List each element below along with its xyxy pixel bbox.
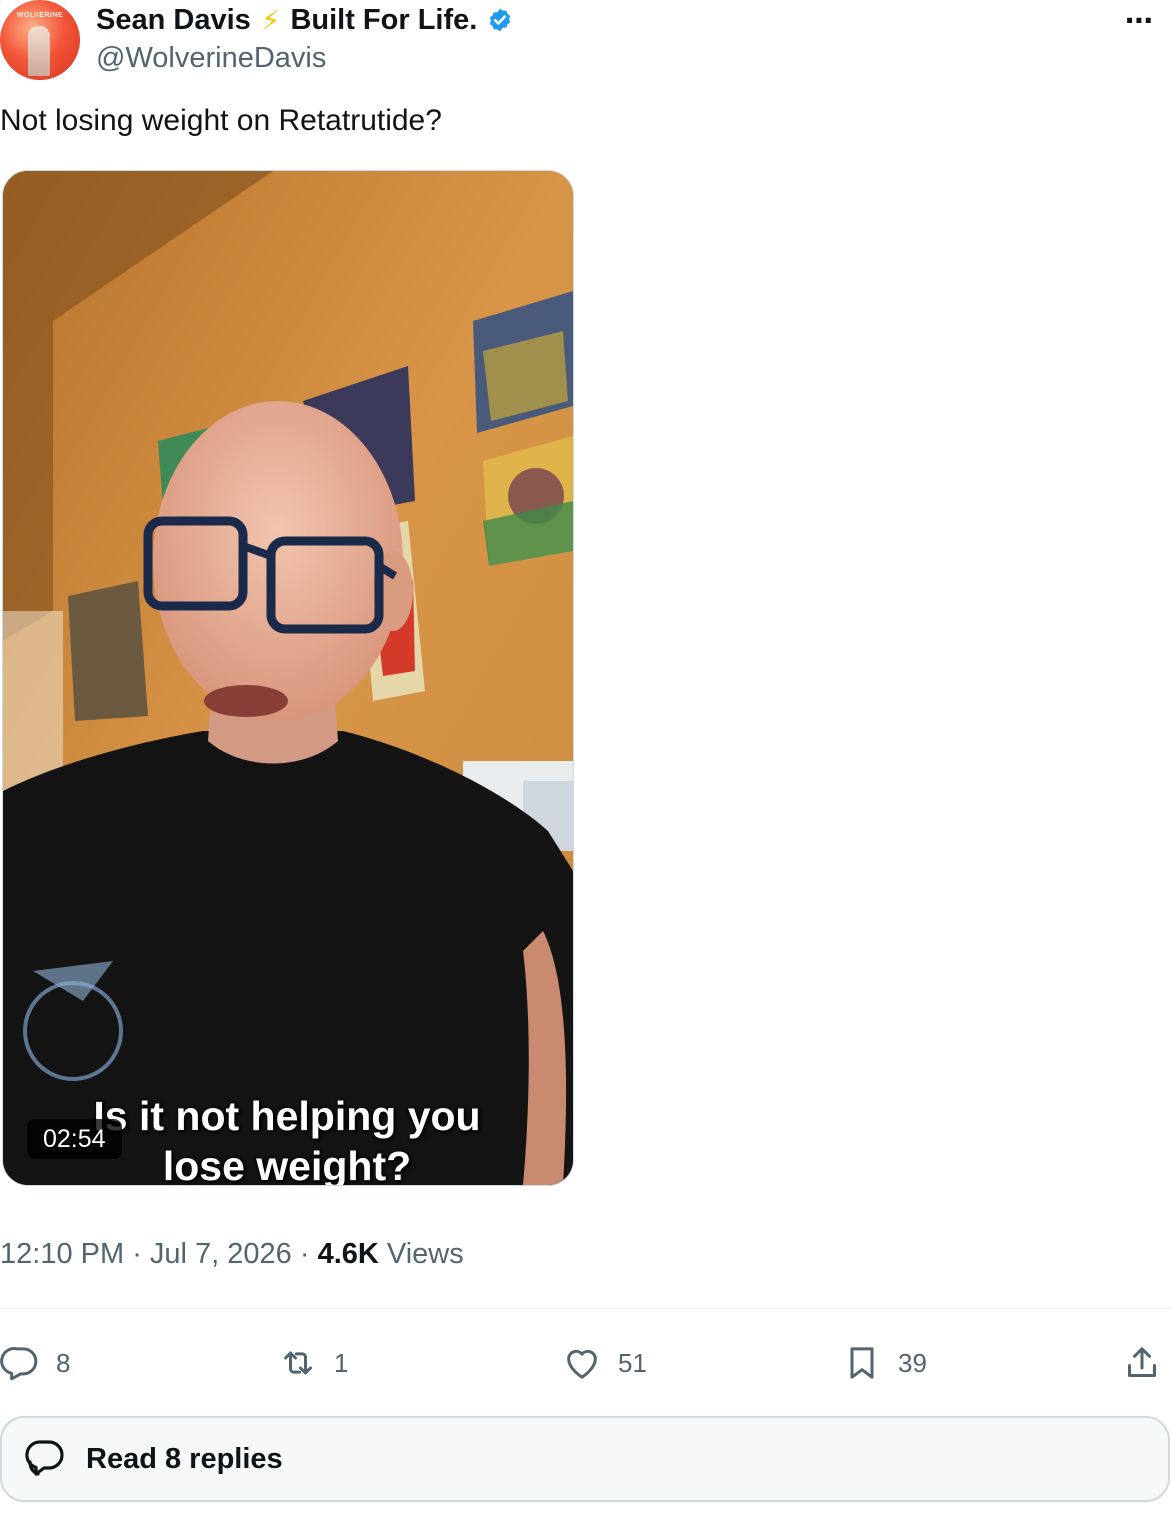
like-count: 51 (618, 1347, 647, 1378)
views-label: Views (386, 1238, 464, 1270)
display-name-text: Sean Davis (96, 3, 251, 36)
share-button[interactable] (1122, 1340, 1162, 1386)
read-replies-label: Read 8 replies (86, 1442, 283, 1475)
lightning-emoji: ⚡ (260, 4, 281, 36)
share-icon (1128, 1347, 1156, 1377)
bookmark-icon (850, 1347, 874, 1379)
author-display-name[interactable]: Sean Davis ⚡ Built For Life. (96, 2, 513, 38)
video-duration-badge: 02:54 (27, 1119, 122, 1159)
author-handle[interactable]: @WolverineDavis (96, 42, 326, 75)
avatar[interactable]: WOLVERINE (0, 0, 80, 80)
bookmark-button[interactable]: 39 (842, 1340, 927, 1386)
bookmark-count: 39 (898, 1347, 927, 1378)
reply-count: 8 (56, 1347, 71, 1378)
video-player[interactable]: Is it not helping you lose weight? 02:54 (2, 170, 574, 1186)
video-thumbnail (3, 171, 573, 1185)
views-count: 4.6K (317, 1238, 379, 1270)
meta-separator: · (299, 1238, 318, 1270)
read-replies-button[interactable]: Read 8 replies (0, 1416, 1170, 1502)
repost-button[interactable]: 1 (278, 1340, 348, 1386)
display-name-suffix: Built For Life. (290, 3, 478, 36)
heart-icon (567, 1349, 597, 1379)
avatar-figure (28, 26, 50, 76)
reply-icon (0, 1347, 38, 1381)
tweet-meta: 12:10 PM · Jul 7, 2026 · 4.6K Views (0, 1238, 464, 1271)
reply-button[interactable]: 8 (0, 1340, 70, 1386)
tweet-text: Not losing weight on Retatrutide? (0, 104, 442, 137)
tweet-time[interactable]: 12:10 PM (0, 1238, 124, 1270)
more-options-icon[interactable]: ⋯ (1125, 4, 1154, 37)
like-button[interactable]: 51 (562, 1340, 647, 1386)
avatar-logo-text: WOLVERINE (16, 12, 64, 19)
meta-separator: · (132, 1238, 150, 1270)
speech-bubbles-icon (25, 1440, 64, 1476)
repost-icon (284, 1351, 312, 1375)
verified-badge-icon (490, 8, 511, 32)
divider (0, 1308, 1172, 1309)
tweet-date[interactable]: Jul 7, 2026 (150, 1238, 292, 1270)
repost-count: 1 (334, 1347, 349, 1378)
